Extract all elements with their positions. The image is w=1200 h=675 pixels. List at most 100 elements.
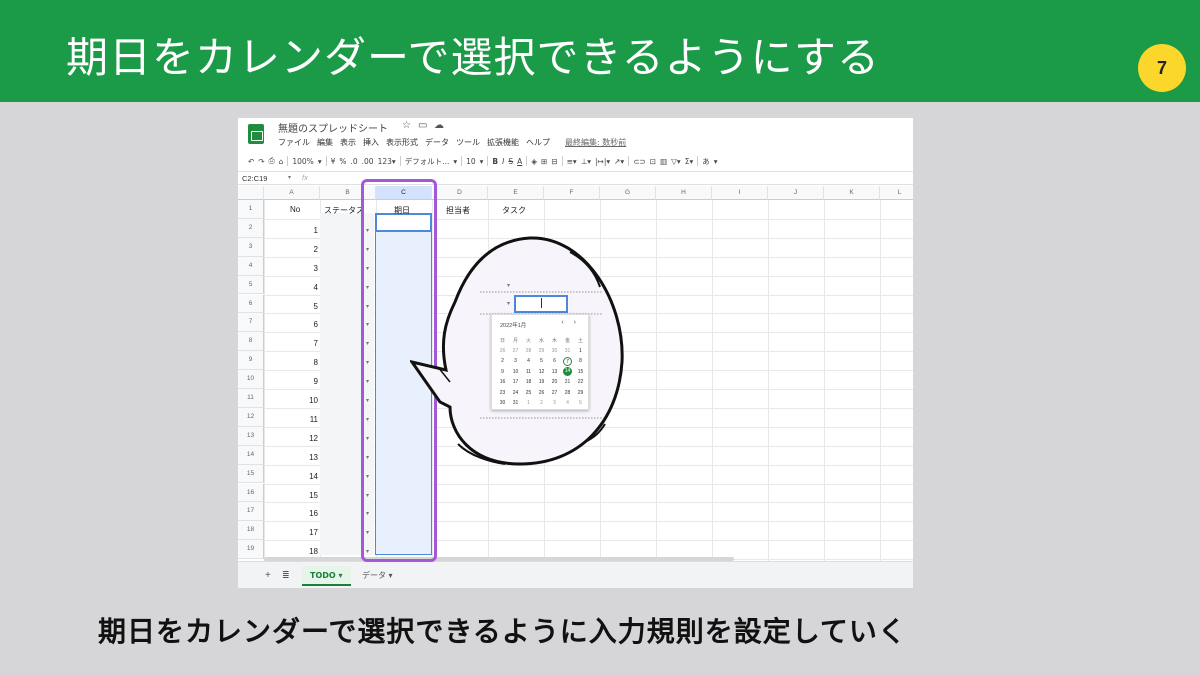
calendar-day[interactable]: 24 <box>509 390 522 396</box>
input-tools-button[interactable]: あ <box>702 156 710 167</box>
row-header-1[interactable]: 1 <box>238 200 264 219</box>
currency-button[interactable]: ¥ <box>331 157 336 166</box>
month-nav-arrows[interactable]: ‹ › <box>561 319 580 326</box>
filter-icon[interactable]: ▽▾ <box>671 157 681 166</box>
row-header-19[interactable]: 19 <box>238 540 264 560</box>
column-header-f[interactable]: F <box>544 186 600 200</box>
sheets-logo-icon[interactable] <box>248 124 264 144</box>
font-select[interactable]: デフォルト... <box>405 156 450 167</box>
zoom-select[interactable]: 100% <box>292 157 313 166</box>
calendar-day[interactable]: 28 <box>522 348 535 354</box>
row-header-2[interactable]: 2 <box>238 218 264 238</box>
fill-color-icon[interactable]: ◈ <box>531 157 537 166</box>
date-picker[interactable]: 2022年1月 ‹ › 日月火水木金土 26 27 28 29 30 31 1 2 3 4 5 6 7 8 9… <box>491 314 589 410</box>
calendar-day[interactable]: 3 <box>509 358 522 364</box>
row-header-4[interactable]: 4 <box>238 256 264 276</box>
print-icon[interactable]: ⎙ <box>269 156 275 166</box>
text-rotate-icon[interactable]: ↗▾ <box>614 157 624 166</box>
menu-item-extensions[interactable]: 拡張機能 <box>487 137 519 149</box>
chart-icon[interactable]: ▥ <box>660 157 667 166</box>
header-cell-task[interactable]: タスク <box>502 205 526 216</box>
menu-item-data[interactable]: データ <box>425 137 449 149</box>
number-format-button[interactable]: 123▾ <box>378 157 396 166</box>
bold-button[interactable]: B <box>492 157 498 166</box>
number-cell[interactable]: 12 <box>268 434 318 443</box>
font-size-select[interactable]: 10 <box>466 157 476 166</box>
calendar-day[interactable]: 4 <box>522 358 535 364</box>
calendar-day[interactable]: 19 <box>535 379 548 385</box>
row-header-16[interactable]: 16 <box>238 483 264 503</box>
last-edit-link[interactable]: 最終編集: 数秒前 <box>565 137 626 149</box>
folder-icon[interactable]: ▭ <box>418 120 427 131</box>
number-cell[interactable]: 16 <box>268 509 318 518</box>
calendar-day[interactable]: 20 <box>548 379 561 385</box>
calendar-day[interactable]: 29 <box>535 348 548 354</box>
increase-decimal-button[interactable]: .00 <box>362 157 374 166</box>
calendar-day[interactable]: 8 <box>574 358 587 364</box>
comment-icon[interactable]: ⊡ <box>650 157 656 166</box>
number-cell[interactable]: 14 <box>268 472 318 481</box>
italic-button[interactable]: I <box>502 157 504 166</box>
functions-icon[interactable]: Σ▾ <box>685 157 694 166</box>
strikethrough-button[interactable]: S <box>508 157 513 166</box>
tab-data[interactable]: データ ▾ <box>354 566 401 586</box>
calendar-day[interactable]: 28 <box>561 390 574 396</box>
column-header-g[interactable]: G <box>600 186 656 200</box>
number-cell[interactable]: 4 <box>268 283 318 292</box>
header-cell-owner[interactable]: 担当者 <box>446 205 470 216</box>
undo-icon[interactable]: ↶ <box>248 157 254 166</box>
number-cell[interactable]: 9 <box>268 377 318 386</box>
calendar-day[interactable]: 2 <box>496 358 509 364</box>
calendar-day[interactable]: 1 <box>522 400 535 406</box>
number-cell[interactable]: 10 <box>268 396 318 405</box>
calendar-day[interactable]: 3 <box>548 400 561 406</box>
number-cell[interactable]: 13 <box>268 453 318 462</box>
add-sheet-button[interactable]: + <box>265 570 271 581</box>
calendar-day[interactable]: 26 <box>496 348 509 354</box>
calendar-day[interactable]: 5 <box>535 358 548 364</box>
row-header-7[interactable]: 7 <box>238 313 264 333</box>
calendar-day[interactable]: 11 <box>522 369 535 375</box>
calendar-day[interactable]: 17 <box>509 379 522 385</box>
calendar-day[interactable]: 2 <box>535 400 548 406</box>
column-header-j[interactable]: J <box>768 186 824 200</box>
calendar-day[interactable]: 31 <box>509 400 522 406</box>
menu-item-insert[interactable]: 挿入 <box>363 137 379 149</box>
align-horizontal-icon[interactable]: ≡▾ <box>567 157 577 166</box>
name-box[interactable]: C2:C19 <box>242 174 267 183</box>
number-cell[interactable]: 18 <box>268 547 318 556</box>
document-title[interactable]: 無題のスプレッドシート <box>278 120 388 135</box>
column-header-i[interactable]: I <box>712 186 768 200</box>
calendar-day[interactable]: 1 <box>574 348 587 354</box>
column-header-e[interactable]: E <box>488 186 544 200</box>
column-header-k[interactable]: K <box>824 186 880 200</box>
calendar-day[interactable]: 27 <box>548 390 561 396</box>
calendar-day[interactable]: 22 <box>574 379 587 385</box>
calendar-day[interactable]: 29 <box>574 390 587 396</box>
row-header-18[interactable]: 18 <box>238 521 264 541</box>
header-cell-no[interactable]: No <box>290 205 300 214</box>
number-cell[interactable]: 15 <box>268 491 318 500</box>
calendar-day[interactable]: 26 <box>535 390 548 396</box>
column-header-d[interactable]: D <box>432 186 488 200</box>
calendar-day[interactable]: 15 <box>574 369 587 375</box>
text-color-button[interactable]: A <box>517 157 522 166</box>
column-header-l[interactable]: L <box>880 186 913 200</box>
tab-todo[interactable]: TODO ▾ <box>302 566 351 586</box>
calendar-day[interactable]: 4 <box>561 400 574 406</box>
decrease-decimal-button[interactable]: .0 <box>351 157 358 166</box>
number-cell[interactable]: 5 <box>268 302 318 311</box>
row-header-6[interactable]: 6 <box>238 294 264 314</box>
row-header-14[interactable]: 14 <box>238 445 264 465</box>
calendar-day[interactable]: 23 <box>496 390 509 396</box>
number-cell[interactable]: 2 <box>268 245 318 254</box>
all-sheets-button[interactable]: ≣ <box>282 570 290 581</box>
column-header-a[interactable]: A <box>264 186 320 200</box>
menu-item-tools[interactable]: ツール <box>456 137 480 149</box>
calendar-day[interactable]: 27 <box>509 348 522 354</box>
number-cell[interactable]: 3 <box>268 264 318 273</box>
cloud-icon[interactable]: ☁ <box>434 120 444 131</box>
menu-item-view[interactable]: 表示 <box>340 137 356 149</box>
calendar-day[interactable]: 7 <box>563 356 572 366</box>
borders-icon[interactable]: ⊞ <box>541 157 547 166</box>
